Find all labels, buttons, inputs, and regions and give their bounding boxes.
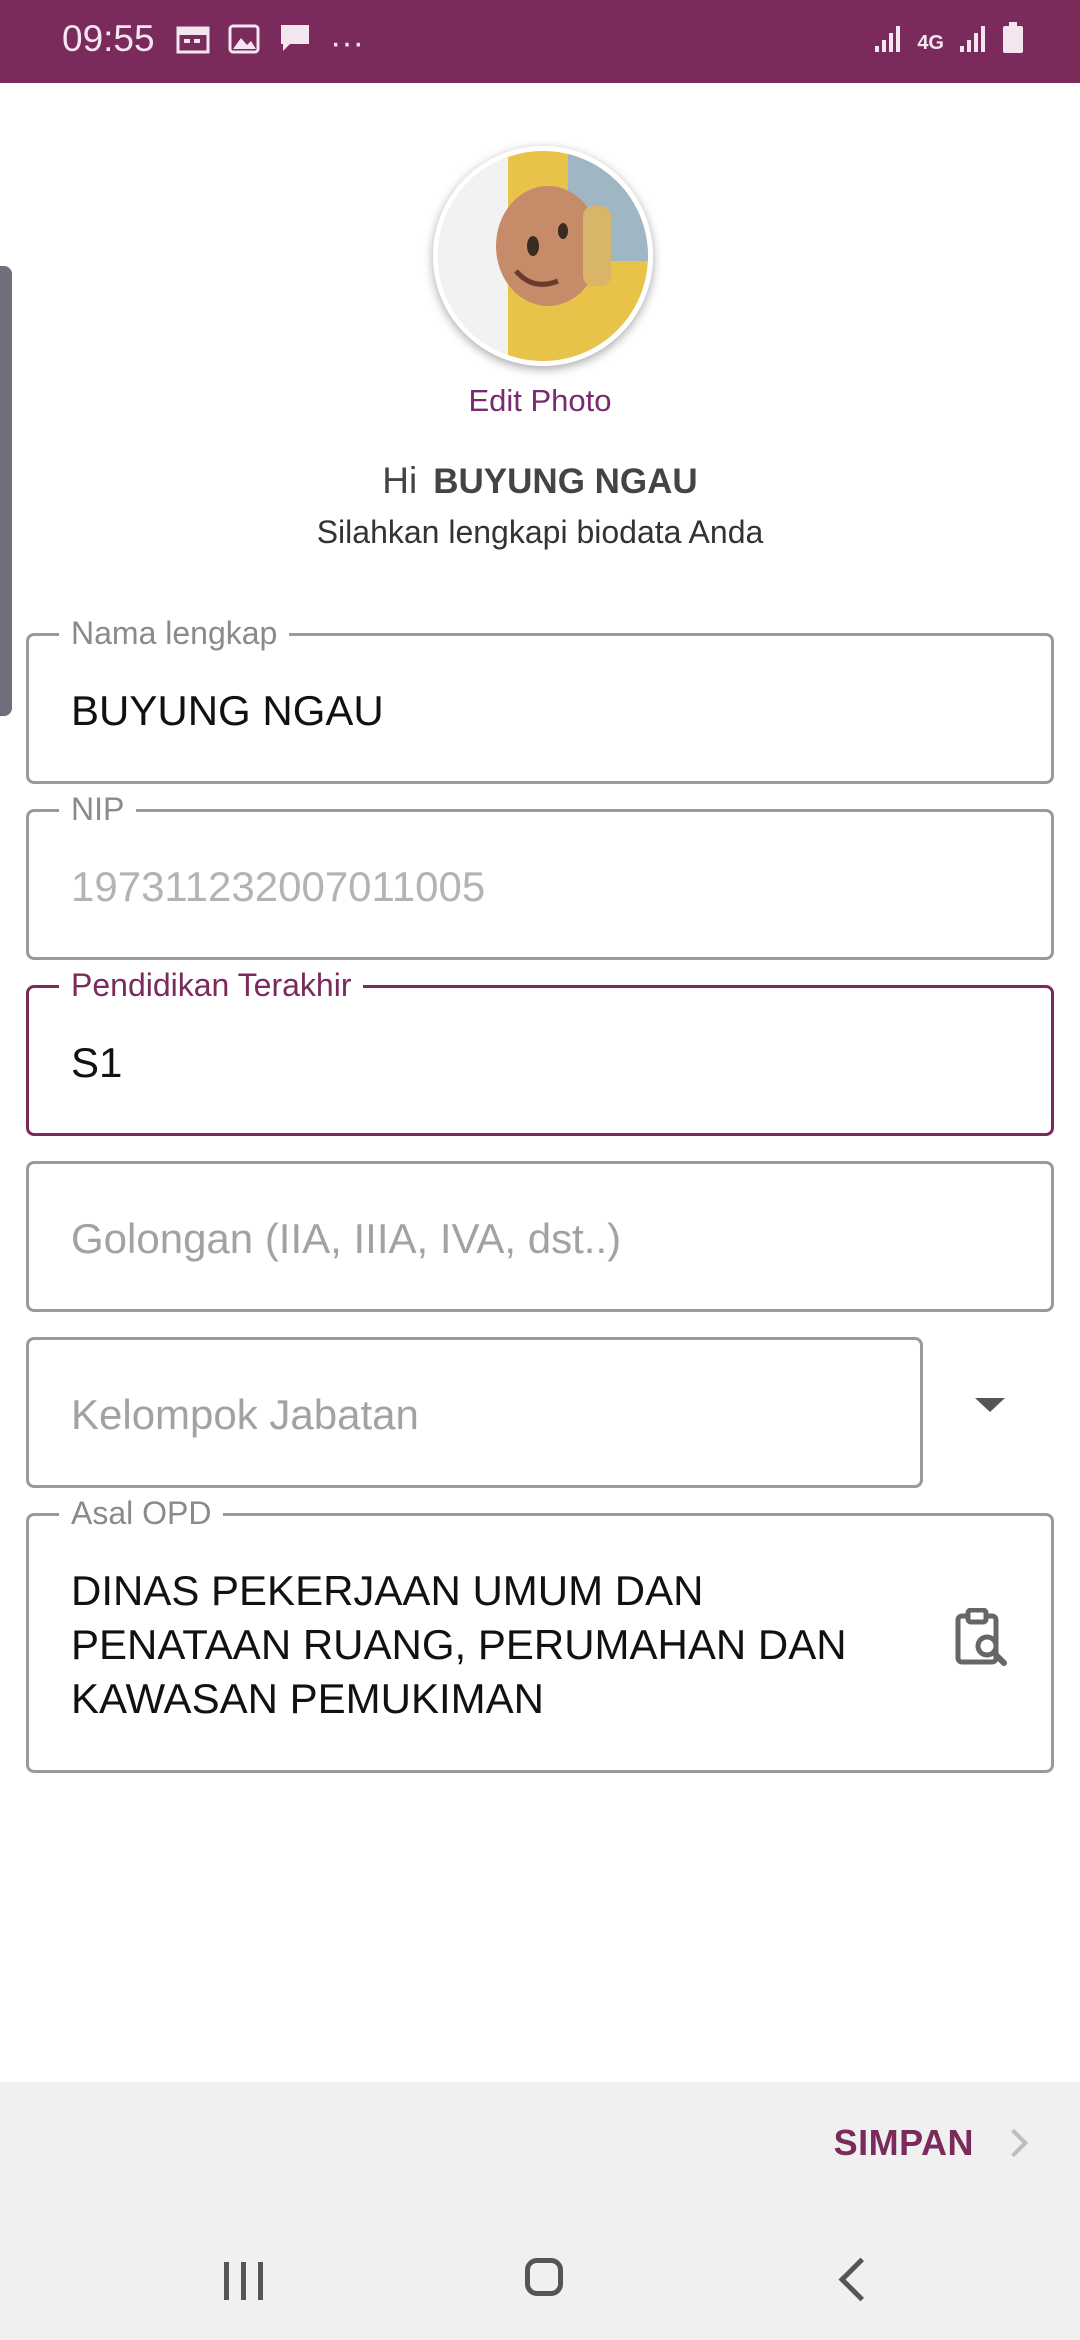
- signal-icon: [958, 23, 988, 63]
- edit-photo-link[interactable]: Edit Photo: [0, 383, 1080, 419]
- greeting-hi: Hi: [382, 460, 418, 501]
- nama-lengkap-field[interactable]: Nama lengkap BUYUNG NGAU: [26, 614, 1054, 784]
- footer-bar: SIMPAN: [0, 2082, 1080, 2340]
- nama-lengkap-value: BUYUNG NGAU: [71, 687, 384, 734]
- dropdown-arrow-icon[interactable]: [975, 1398, 1005, 1412]
- asal-opd-line: DINAS PEKERJAAN UMUM DAN: [71, 1567, 704, 1614]
- asal-opd-line: PENATAAN RUANG, PERUMAHAN DAN: [71, 1621, 847, 1668]
- nama-lengkap-label: Nama lengkap: [59, 614, 290, 652]
- 4g-icon: 4G: [917, 31, 944, 54]
- system-icons: 4G: [873, 22, 1024, 63]
- pendidikan-terakhir-label: Pendidikan Terakhir: [59, 966, 364, 1004]
- simpan-label: SIMPAN: [833, 2122, 974, 2163]
- recent-apps-button[interactable]: [224, 2262, 263, 2300]
- asal-opd-label: Asal OPD: [59, 1494, 224, 1532]
- golongan-placeholder: Golongan (IIA, IIIA, IVA, dst..): [71, 1215, 622, 1262]
- user-name: BUYUNG NGAU: [433, 462, 698, 501]
- golongan-field[interactable]: Golongan (IIA, IIIA, IVA, dst..): [26, 1161, 1054, 1312]
- asal-opd-value: DINAS PEKERJAAN UMUM DAN PENATAAN RUANG,…: [71, 1564, 911, 1726]
- nip-label: NIP: [59, 790, 137, 828]
- avatar[interactable]: [433, 146, 653, 366]
- subtitle: Silahkan lengkapi biodata Anda: [316, 514, 764, 550]
- pendidikan-terakhir-field[interactable]: Pendidikan Terakhir S1: [26, 966, 1054, 1136]
- battery-icon: [1002, 22, 1024, 63]
- status-bar: 09:55 ··· 4G: [0, 0, 1080, 83]
- kelompok-jabatan-select[interactable]: Kelompok Jabatan: [26, 1337, 923, 1488]
- asal-opd-line: KAWASAN PEMUKIMAN: [71, 1675, 544, 1722]
- pendidikan-terakhir-value: S1: [71, 1039, 123, 1086]
- image-icon: [228, 23, 260, 63]
- message-icon: [278, 22, 312, 63]
- notification-icons: ···: [176, 22, 364, 63]
- clipboard-search-icon[interactable]: [954, 1607, 1010, 1671]
- calendar-icon: [176, 23, 210, 63]
- more-icon: ···: [330, 23, 364, 62]
- nip-value: 197311232007011005: [71, 863, 486, 910]
- simpan-button[interactable]: SIMPAN: [833, 2122, 1029, 2164]
- home-button[interactable]: [525, 2258, 563, 2296]
- signal-icon: [873, 23, 903, 63]
- status-time: 09:55: [62, 18, 155, 59]
- greeting: Hi BUYUNG NGAU: [0, 460, 1080, 502]
- nip-field: NIP 197311232007011005: [26, 790, 1054, 960]
- asal-opd-field[interactable]: Asal OPD DINAS PEKERJAAN UMUM DAN PENATA…: [26, 1494, 1054, 1773]
- kelompok-jabatan-placeholder: Kelompok Jabatan: [71, 1391, 419, 1438]
- chevron-right-icon: [999, 2128, 1029, 2158]
